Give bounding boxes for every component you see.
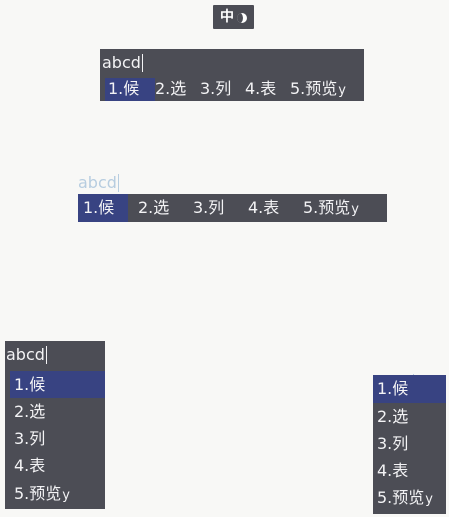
candidate-item-2[interactable]: 2.选 — [377, 407, 408, 427]
ime-popup-vertical-inline: abcd 1.候 2.选 3.列 4.表 5.预览y — [5, 341, 105, 509]
candidate-item-1[interactable]: 1.候 — [105, 78, 155, 101]
ime-popup-horizontal-inline: abcd 1.候 2.选 3.列 4.表 5.预览y — [100, 49, 364, 101]
candidate-item-3[interactable]: 3.列 — [14, 429, 45, 449]
candidate-item-4[interactable]: 4.表 — [248, 198, 279, 218]
candidate-item-5[interactable]: 5.预览y — [290, 79, 346, 101]
text-caret — [117, 174, 119, 192]
candidate-item-4[interactable]: 4.表 — [245, 79, 276, 99]
preedit-text: abcd — [102, 53, 143, 72]
candidate-item-3[interactable]: 3.列 — [377, 434, 408, 454]
preedit-text-outside: abcd — [78, 173, 119, 192]
candidate-item-1[interactable]: 1.候 — [10, 371, 105, 398]
candidate-item-5[interactable]: 5.预览y — [377, 488, 433, 510]
candidate-item-1[interactable]: 1.候 — [78, 194, 128, 222]
candidate-item-5[interactable]: 5.预览y — [303, 198, 359, 220]
moon-icon — [237, 12, 247, 23]
candidate-item-5[interactable]: 5.预览y — [14, 484, 70, 506]
candidate-item-4[interactable]: 4.表 — [14, 456, 45, 476]
candidate-item-2[interactable]: 2.选 — [138, 198, 169, 218]
input-mode-indicator[interactable]: 中 — [213, 5, 254, 29]
candidate-item-2[interactable]: 2.选 — [14, 402, 45, 422]
ime-popup-horizontal-outside: 1.候 2.选 3.列 4.表 5.预览y — [78, 194, 387, 222]
preedit-text: abcd — [6, 345, 47, 364]
ime-popup-vertical-outside: 1.候 2.选 3.列 4.表 5.预览y — [373, 375, 446, 514]
chinese-mode-label: 中 — [220, 9, 234, 25]
candidate-item-2[interactable]: 2.选 — [155, 79, 186, 99]
text-caret — [45, 346, 47, 364]
candidate-item-4[interactable]: 4.表 — [377, 461, 408, 481]
candidate-item-3[interactable]: 3.列 — [193, 198, 224, 218]
candidate-item-3[interactable]: 3.列 — [200, 79, 231, 99]
candidate-item-1[interactable]: 1.候 — [373, 375, 446, 403]
text-caret — [141, 54, 143, 72]
